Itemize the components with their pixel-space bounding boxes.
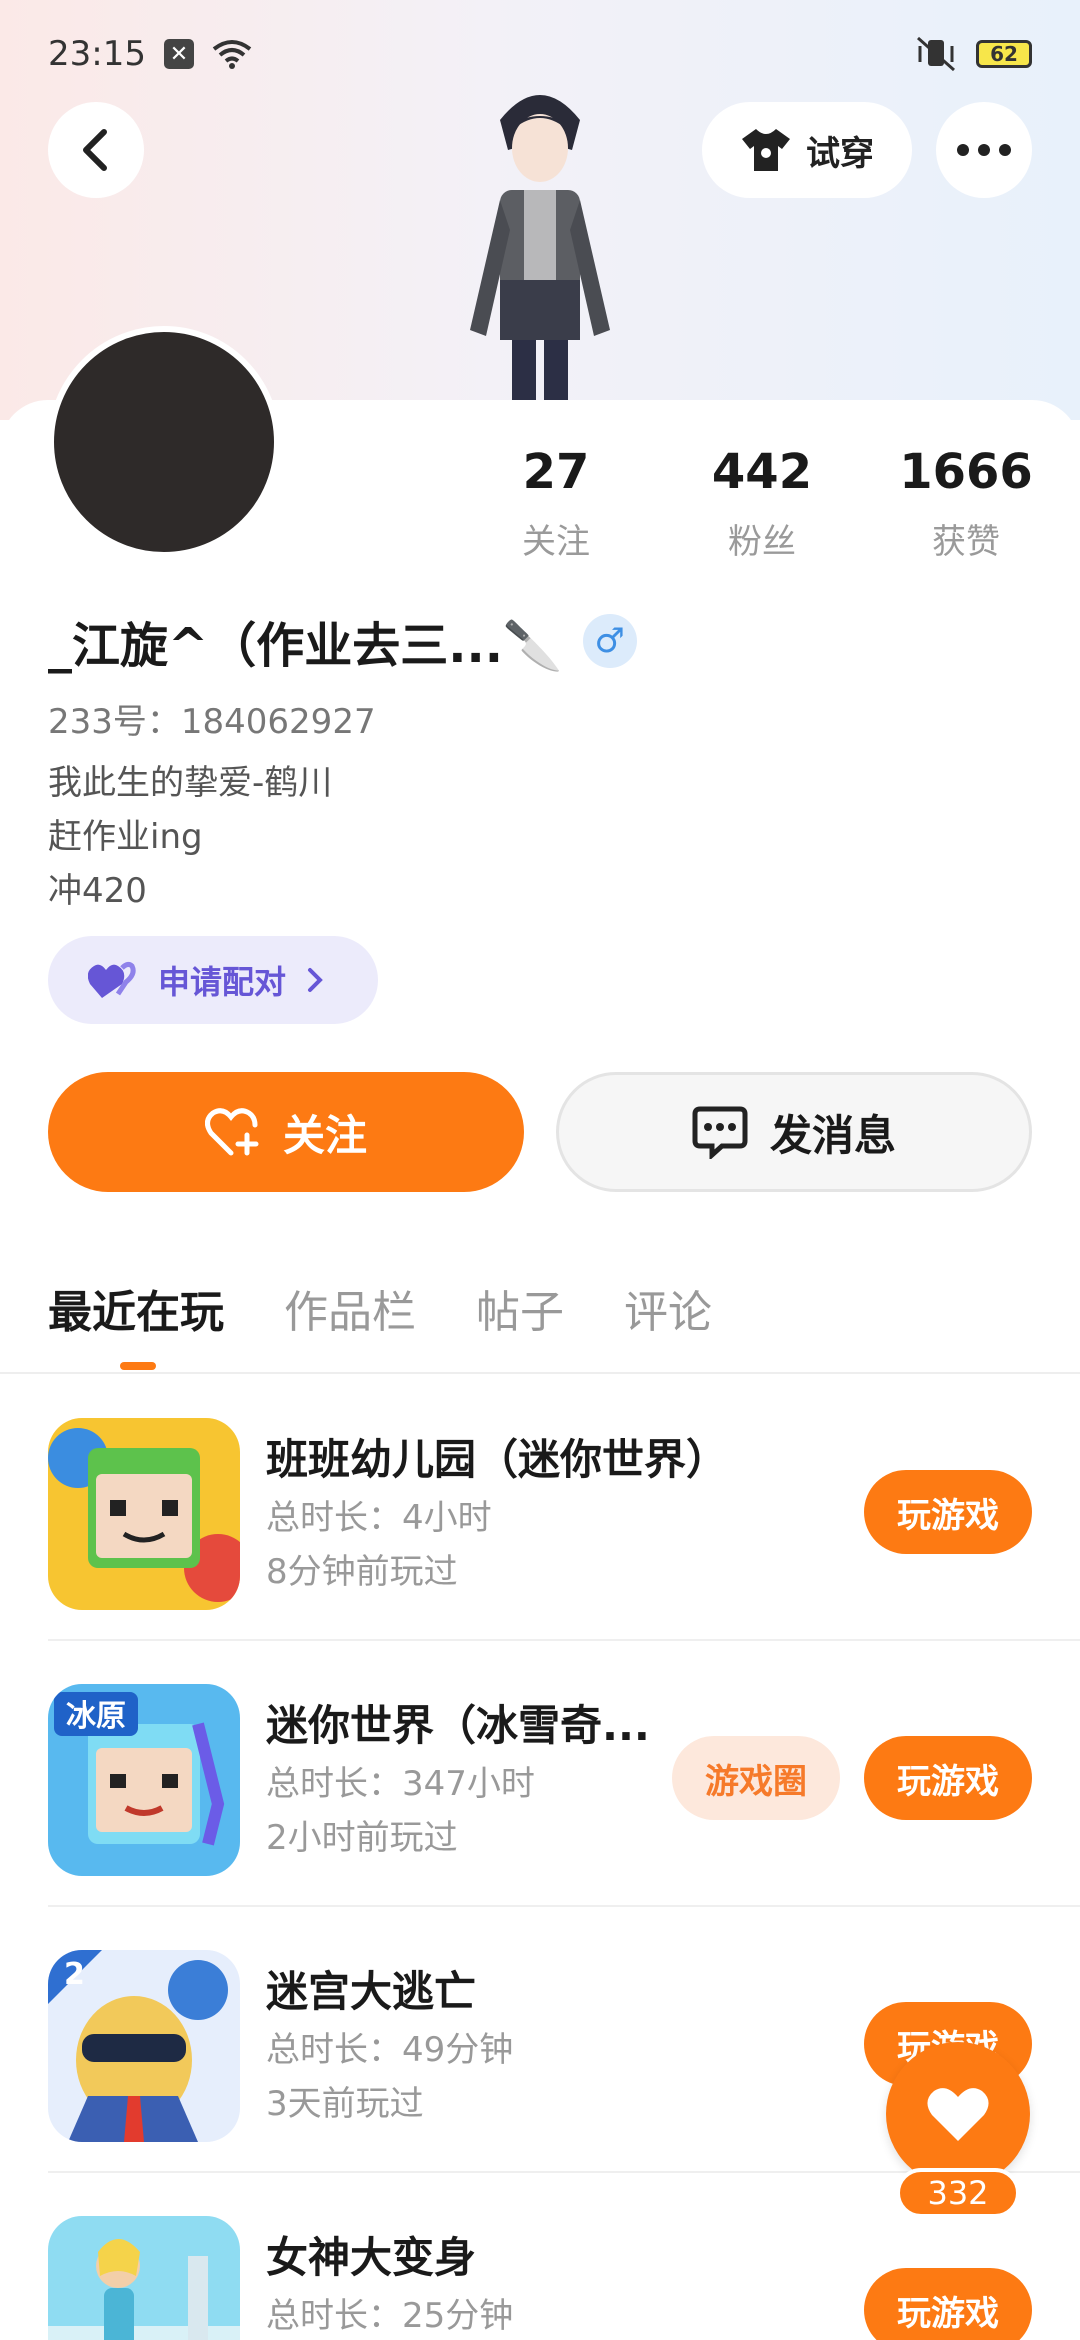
game-icon: 冰原 — [48, 1684, 240, 1876]
gender-male-icon: ♂ — [582, 614, 637, 668]
mute-icon — [917, 36, 955, 72]
game-badge-text: 2 — [64, 1957, 85, 1992]
heart-icon — [927, 2088, 989, 2141]
play-game-button[interactable]: 玩游戏 — [864, 1736, 1032, 1820]
stat-following[interactable]: 27 关注 — [456, 444, 656, 563]
status-time: 23:15 — [48, 34, 146, 74]
game-duration: 总时长：25分钟 — [266, 2296, 514, 2336]
stat-fans[interactable]: 442 粉丝 — [662, 444, 862, 563]
chevron-right-icon — [308, 968, 323, 992]
tab-works[interactable]: 作品栏 — [284, 1276, 416, 1340]
follow-label: 关注 — [282, 1110, 367, 1160]
try-on-label: 试穿 — [806, 133, 874, 174]
battery-icon: 62 — [976, 40, 1032, 68]
profile-tabs: 最近在玩 作品栏 帖子 评论 — [48, 1276, 712, 1340]
game-name: 班班幼儿园（迷你世界） — [266, 1435, 729, 1484]
status-left: 23:15 ✕ — [48, 34, 252, 74]
game-last-played: 8分钟前玩过 — [266, 1552, 458, 1592]
game-last-played: 2小时前玩过 — [266, 1818, 458, 1858]
play-game-button[interactable]: 玩游戏 — [864, 1470, 1032, 1554]
status-right: 62 — [914, 36, 1032, 72]
game-name: 迷你世界（冰雪奇... — [266, 1701, 650, 1750]
gender-symbol: ♂ — [594, 621, 625, 661]
game-icon — [48, 1418, 240, 1610]
game-icon: 2 — [48, 1950, 240, 2142]
like-count-badge: 332 — [896, 2168, 1020, 2218]
more-button[interactable] — [936, 102, 1032, 198]
avatar-character-illustration — [470, 95, 610, 410]
stat-fans-label: 粉丝 — [728, 522, 796, 562]
stat-following-value: 27 — [522, 444, 590, 500]
apply-pair-label: 申请配对 — [158, 963, 287, 1001]
stat-likes-label: 获赞 — [932, 522, 1000, 562]
game-last-played: 3天前玩过 — [266, 2084, 424, 2124]
game-duration: 总时长：4小时 — [266, 1498, 492, 1538]
notification-box-icon: ✕ — [163, 39, 194, 69]
tshirt-icon — [742, 129, 790, 171]
game-icon — [48, 2216, 240, 2340]
send-message-button[interactable]: 发消息 — [556, 1072, 1032, 1192]
tab-posts[interactable]: 帖子 — [476, 1276, 564, 1340]
avatar[interactable] — [48, 326, 280, 558]
apply-pair-button[interactable]: 申请配对 — [48, 936, 378, 1024]
battery-level: 62 — [990, 42, 1018, 66]
chevron-left-icon — [83, 129, 107, 171]
play-game-button[interactable]: 玩游戏 — [864, 2268, 1032, 2340]
bio-line: 冲420 — [48, 871, 147, 911]
list-item[interactable]: 班班幼儿园（迷你世界） 总时长：4小时 8分钟前玩过 玩游戏 — [48, 1374, 1080, 1641]
like-floating-button[interactable] — [886, 2042, 1030, 2186]
heart-plus-icon — [204, 1108, 259, 1156]
tab-comments[interactable]: 评论 — [624, 1276, 712, 1340]
game-duration: 总时长：347小时 — [266, 1764, 535, 1804]
send-message-label: 发消息 — [769, 1110, 896, 1160]
game-name: 迷宫大逃亡 — [266, 1967, 477, 2016]
nickname: _江旋^（作业去三...🔪 — [48, 618, 563, 674]
chat-bubble-icon — [692, 1106, 748, 1159]
stat-likes[interactable]: 1666 获赞 — [866, 444, 1066, 563]
try-on-button[interactable]: 试穿 — [702, 102, 912, 198]
double-heart-icon — [88, 961, 136, 998]
game-circle-button[interactable]: 游戏圈 — [672, 1736, 840, 1820]
follow-button[interactable]: 关注 — [48, 1072, 524, 1192]
stat-fans-value: 442 — [711, 444, 813, 500]
bio-line: 我此生的挚爱-鹤川 — [48, 763, 333, 803]
game-badge-text: 冰原 — [66, 1699, 126, 1734]
active-tab-indicator — [120, 1362, 156, 1370]
game-duration: 总时长：49分钟 — [266, 2030, 514, 2070]
game-name: 女神大变身 — [266, 2233, 477, 2282]
back-button[interactable] — [48, 102, 144, 198]
wifi-icon — [212, 40, 252, 69]
stat-likes-value: 1666 — [899, 444, 1033, 500]
list-item[interactable]: 冰原 迷你世界（冰雪奇... 总时长：347小时 2小时前玩过 游戏圈 玩游戏 — [48, 1640, 1080, 1907]
user-id: 233号：184062927 — [48, 702, 376, 742]
nickname-row: _江旋^（作业去三...🔪 ♂ — [48, 606, 637, 676]
stat-following-label: 关注 — [522, 522, 590, 562]
tab-recent-play[interactable]: 最近在玩 — [48, 1276, 224, 1340]
bio-line: 赶作业ing — [48, 817, 203, 857]
bio: 我此生的挚爱-鹤川 赶作业ing 冲420 — [48, 756, 332, 918]
more-dots-icon — [957, 144, 1011, 156]
